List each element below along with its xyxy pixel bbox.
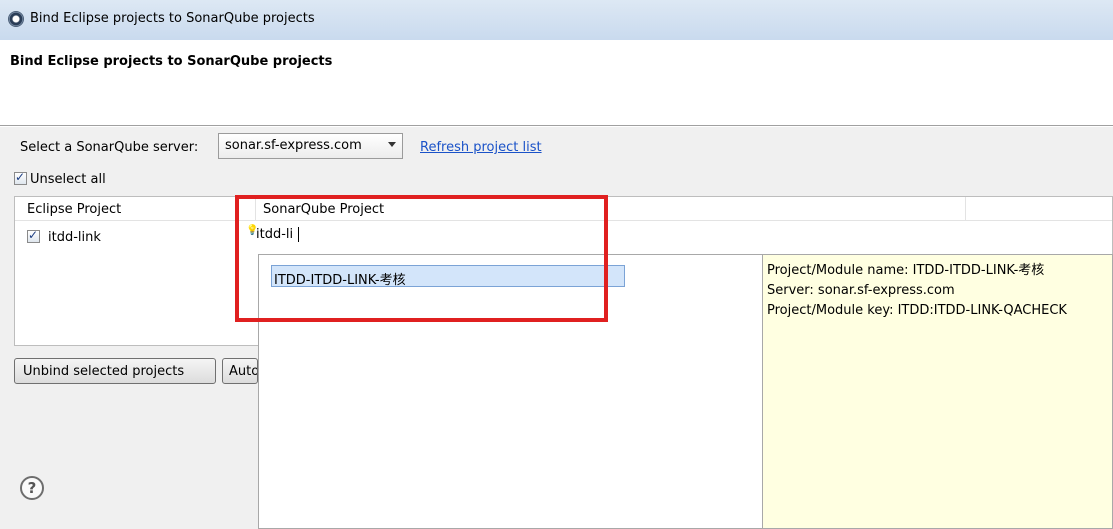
- column-header-eclipse-project[interactable]: Eclipse Project: [27, 202, 121, 217]
- dialog-header: Bind Eclipse projects to SonarQube proje…: [0, 40, 1113, 126]
- unselect-all-checkbox[interactable]: Unselect all: [14, 170, 106, 187]
- server-select[interactable]: sonar.sf-express.com: [218, 133, 403, 159]
- highlight-annotation-box: [235, 195, 608, 322]
- column-divider[interactable]: [965, 197, 966, 221]
- server-select-value: sonar.sf-express.com: [225, 138, 362, 153]
- eclipse-gear-icon: [8, 11, 24, 27]
- window-titlebar: Bind Eclipse projects to SonarQube proje…: [0, 0, 1113, 40]
- chevron-down-icon: [388, 142, 396, 147]
- dialog-heading: Bind Eclipse projects to SonarQube proje…: [10, 54, 333, 69]
- table-row[interactable]: itdd-link: [27, 228, 101, 245]
- unselect-all-check-icon[interactable]: [14, 170, 27, 185]
- eclipse-project-name: itdd-link: [48, 230, 101, 245]
- unselect-all-label: Unselect all: [30, 172, 106, 187]
- info-server: Server: sonar.sf-express.com: [767, 283, 955, 298]
- unbind-selected-projects-button[interactable]: Unbind selected projects: [14, 358, 216, 384]
- row-checkbox[interactable]: [27, 228, 40, 243]
- help-question-icon[interactable]: ?: [20, 476, 44, 500]
- info-project-name: Project/Module name: ITDD-ITDD-LINK-考核: [767, 263, 1045, 278]
- info-project-key: Project/Module key: ITDD:ITDD-LINK-QACHE…: [767, 303, 1067, 318]
- server-label: Select a SonarQube server:: [20, 140, 199, 155]
- auto-bind-button[interactable]: Auto: [222, 358, 258, 384]
- autocomplete-info-panel: Project/Module name: ITDD-ITDD-LINK-考核 S…: [763, 254, 1113, 529]
- window-title: Bind Eclipse projects to SonarQube proje…: [30, 11, 315, 26]
- refresh-project-list-link[interactable]: Refresh project list: [420, 140, 542, 155]
